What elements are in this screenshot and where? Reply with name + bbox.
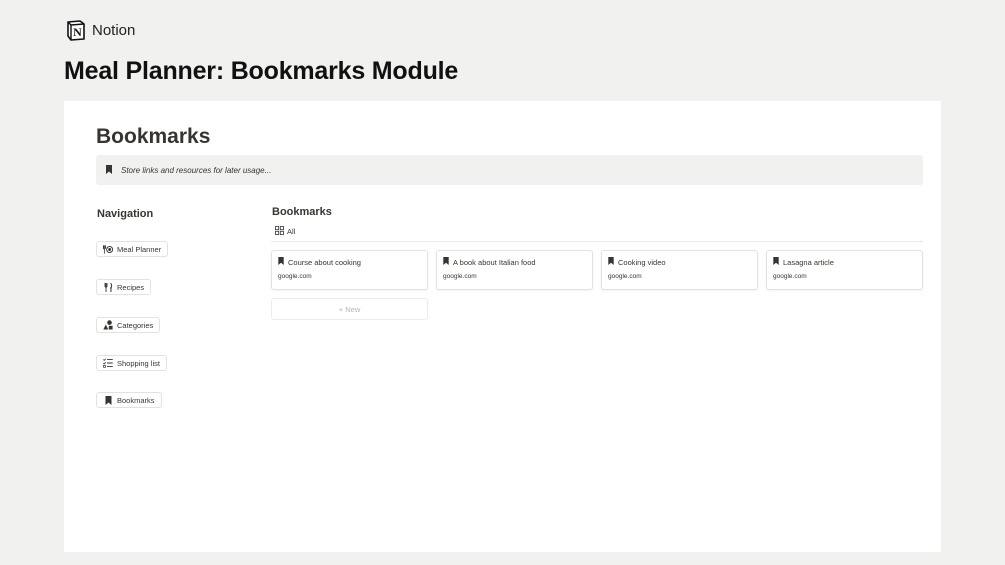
card-title-row: Cooking video [608, 257, 751, 267]
fork-knife-icon [103, 282, 113, 292]
new-bookmark-button[interactable]: + New [271, 298, 428, 320]
brand-name: Notion [92, 21, 136, 39]
navigation-heading: Navigation [97, 208, 154, 220]
database-heading: Bookmarks [272, 206, 332, 218]
card-title: Cooking video [618, 257, 666, 267]
callout: Store links and resources for later usag… [96, 155, 923, 185]
module-title: Meal Planner: Bookmarks Module [64, 57, 459, 85]
nav-button-bookmarks[interactable]: Bookmarks [96, 392, 162, 408]
notion-page-panel: Bookmarks Store links and resources for … [64, 101, 941, 552]
page-title: Bookmarks [96, 125, 211, 148]
card-title: Lasagna article [783, 257, 834, 267]
nav-button-label: Recipes [117, 282, 145, 292]
notion-logo-icon: N [64, 18, 88, 42]
bookmark-card[interactable]: A book about Italian food google.com [436, 250, 593, 290]
nav-button-label: Categories [117, 320, 154, 330]
nav-button-shopping-list[interactable]: Shopping list [96, 355, 167, 371]
nav-button-meal-planner[interactable]: Meal Planner [96, 241, 169, 257]
tab-divider [271, 241, 923, 242]
card-title-row: Lasagna article [773, 257, 916, 267]
card-url: google.com [773, 273, 807, 280]
card-url: google.com [608, 273, 642, 280]
svg-text:N: N [73, 25, 82, 39]
card-title: Course about cooking [288, 257, 361, 267]
nav-button-label: Meal Planner [117, 244, 162, 254]
tab-label: All [287, 227, 296, 236]
bookmark-card[interactable]: Course about cooking google.com [271, 250, 428, 290]
card-url: google.com [278, 273, 312, 280]
dining-plate-icon [103, 244, 113, 254]
card-title: A book about Italian food [453, 257, 536, 267]
bookmark-icon [608, 257, 614, 267]
bookmark-icon [443, 257, 449, 267]
bookmark-icon [103, 395, 113, 405]
brand: N Notion [64, 18, 135, 42]
card-title-row: Course about cooking [278, 257, 421, 267]
nav-button-recipes[interactable]: Recipes [96, 279, 152, 295]
nav-button-label: Shopping list [117, 358, 160, 368]
card-url: google.com [443, 273, 477, 280]
tab-all[interactable]: All [275, 226, 295, 237]
bookmark-card[interactable]: Lasagna article google.com [766, 250, 923, 290]
card-title-row: A book about Italian food [443, 257, 586, 267]
nav-button-categories[interactable]: Categories [96, 317, 161, 333]
bookmark-icon [105, 161, 113, 179]
checklist-icon [103, 358, 113, 368]
gallery-grid-icon [275, 226, 284, 237]
callout-text: Store links and resources for later usag… [121, 165, 272, 175]
bookmarks-gallery: Course about cooking google.com A book a… [271, 250, 923, 290]
bookmark-card[interactable]: Cooking video google.com [601, 250, 758, 290]
bookmark-icon [278, 257, 284, 267]
bookmark-icon [773, 257, 779, 267]
shapes-icon [103, 320, 113, 330]
nav-button-label: Bookmarks [117, 395, 155, 405]
